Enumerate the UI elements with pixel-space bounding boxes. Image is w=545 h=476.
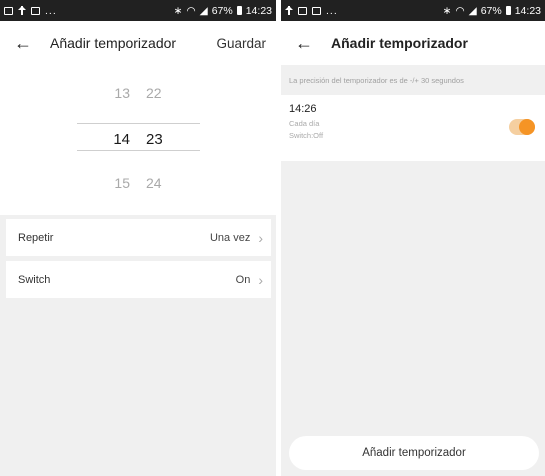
wifi-icon: ◠ <box>455 4 465 17</box>
message-notification-icon <box>312 6 321 15</box>
back-arrow-icon[interactable]: ← <box>295 33 317 53</box>
picker-row-selected[interactable]: 14 23 <box>0 131 276 148</box>
signal-icon: ◢ <box>199 4 208 17</box>
add-timer-button[interactable]: Añadir temporizador <box>289 436 539 470</box>
page-title: Añadir temporizador <box>50 35 177 51</box>
upload-notification-icon <box>285 5 293 16</box>
battery-icon <box>505 6 511 15</box>
left-screen: ... ∗ ◠ ◢ 67% 14:23 ← Añadir temporizado… <box>0 0 276 476</box>
wifi-icon: ◠ <box>186 4 196 17</box>
gallery-notification-icon <box>4 6 13 15</box>
picker-row-above[interactable]: 13 22 <box>0 85 276 101</box>
picker-divider <box>77 150 200 151</box>
setting-row-repeat[interactable]: Repetir Una vez › <box>6 219 271 256</box>
minute-value[interactable]: 23 <box>146 131 163 148</box>
more-notifications-icon: ... <box>45 4 57 17</box>
signal-icon: ◢ <box>468 4 477 17</box>
setting-value: On <box>235 273 251 286</box>
picker-row-below[interactable]: 15 24 <box>0 175 276 191</box>
upload-notification-icon <box>18 5 26 16</box>
clock: 14:23 <box>245 4 272 17</box>
back-arrow-icon[interactable]: ← <box>14 33 36 53</box>
clock: 14:23 <box>514 4 541 17</box>
setting-label: Switch <box>18 273 51 286</box>
setting-value: Una vez <box>209 231 251 244</box>
timer-enable-toggle[interactable] <box>509 119 535 135</box>
setting-label: Repetir <box>18 231 54 244</box>
setting-row-switch[interactable]: Switch On › <box>6 261 271 298</box>
status-bar: ... ∗ ◠ ◢ 67% 14:23 <box>281 0 545 21</box>
app-bar: ← Añadir temporizador Guardar <box>0 21 276 65</box>
more-notifications-icon: ... <box>326 4 338 17</box>
precision-hint: La precisión del temporizador es de -/+ … <box>289 76 464 85</box>
timer-time: 14:26 <box>289 103 317 115</box>
toggle-knob <box>519 119 535 135</box>
battery-icon <box>236 6 242 15</box>
chevron-right-icon: › <box>258 229 263 246</box>
bluetooth-icon: ∗ <box>442 4 452 17</box>
minute-value[interactable]: 24 <box>146 175 162 191</box>
battery-percent: 67% <box>211 4 233 17</box>
hour-value[interactable]: 13 <box>114 85 130 101</box>
message-notification-icon <box>31 6 40 15</box>
hour-value[interactable]: 15 <box>114 175 130 191</box>
page-title: Añadir temporizador <box>331 35 468 51</box>
save-button[interactable]: Guardar <box>216 36 266 51</box>
right-screen: ... ∗ ◠ ◢ 67% 14:23 ← Añadir temporizado… <box>281 0 545 476</box>
app-bar: ← Añadir temporizador <box>281 21 545 65</box>
picker-divider <box>77 123 200 124</box>
gallery-notification-icon <box>298 6 307 15</box>
status-bar: ... ∗ ◠ ◢ 67% 14:23 <box>0 0 276 21</box>
timer-list-item[interactable]: 14:26 Cada día Switch:Off <box>281 95 545 161</box>
bluetooth-icon: ∗ <box>173 4 183 17</box>
chevron-right-icon: › <box>258 271 263 288</box>
hour-value[interactable]: 14 <box>113 131 130 148</box>
timer-repeat: Cada día <box>289 119 320 128</box>
timer-switch-state: Switch:Off <box>289 131 324 140</box>
minute-value[interactable]: 22 <box>146 85 162 101</box>
time-picker[interactable]: 13 22 14 23 15 24 <box>0 63 276 215</box>
battery-percent: 67% <box>480 4 502 17</box>
